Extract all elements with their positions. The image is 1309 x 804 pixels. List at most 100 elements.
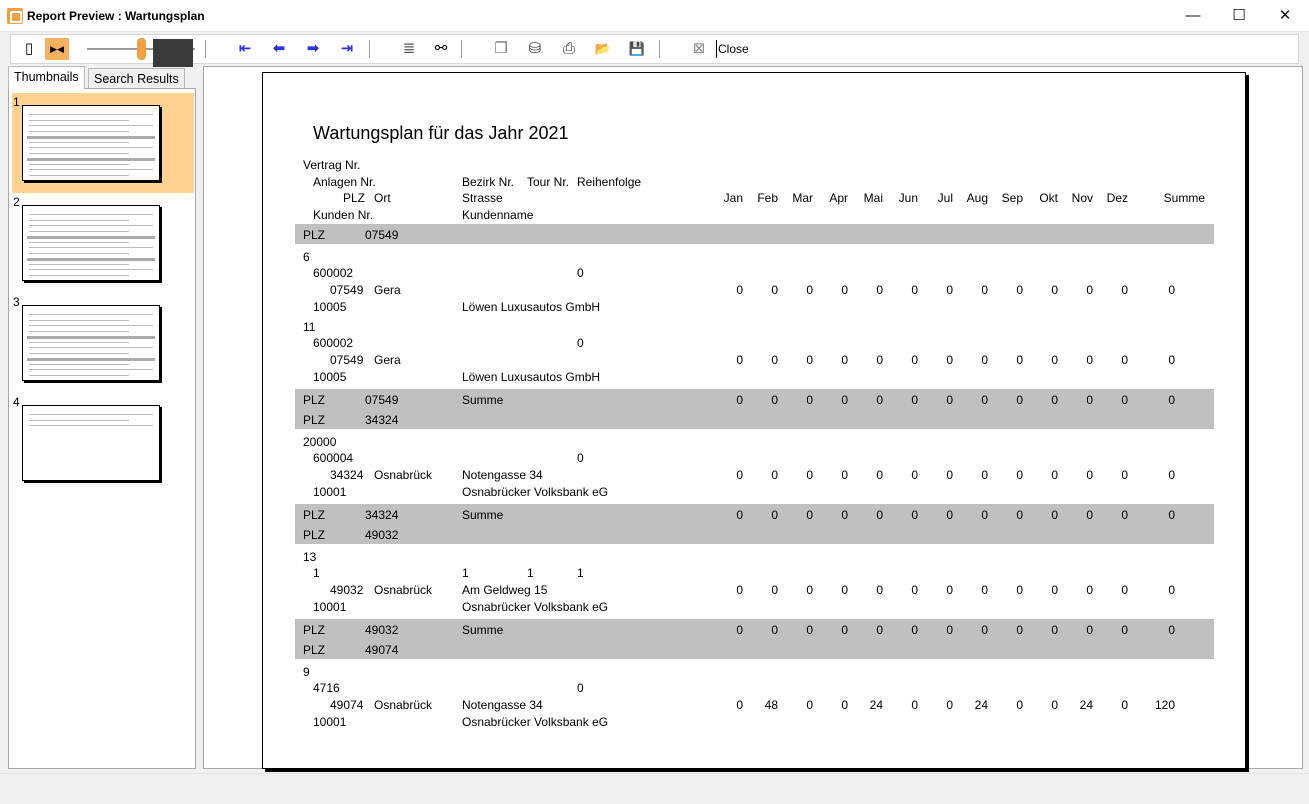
toolbar-separator	[659, 40, 660, 58]
thumbnail-line	[29, 419, 129, 421]
month-value: 0	[911, 508, 918, 522]
month-value: 0	[771, 283, 778, 297]
thumbnail-line	[29, 247, 153, 248]
thumbnail-line	[29, 241, 129, 243]
summe-value: 0	[1168, 353, 1175, 367]
month-value: 0	[1121, 698, 1128, 712]
save-icon[interactable]: 💾	[625, 38, 649, 60]
record-kundenname: Osnabrücker Volksbank eG	[462, 485, 609, 499]
thumbnail-image	[22, 305, 160, 381]
close-report-button[interactable]: Close	[716, 40, 749, 58]
zoom-slider-thumb[interactable]	[137, 38, 146, 60]
month-value: 0	[841, 393, 848, 407]
month-value: 0	[876, 508, 883, 522]
last-page-icon[interactable]: ⇥	[335, 38, 359, 60]
record-ort: Gera	[374, 353, 401, 367]
summe-value: 0	[1168, 508, 1175, 522]
tab-thumbnails[interactable]: Thumbnails	[8, 66, 85, 89]
header-month: Aug	[966, 191, 988, 205]
open-icon[interactable]: 📂	[591, 38, 615, 60]
thumbnail-line	[29, 269, 153, 270]
thumbnail-line	[29, 341, 129, 343]
thumbnail-line	[29, 147, 153, 148]
thumbnail-line	[27, 358, 155, 361]
previous-page-icon[interactable]: ⬅	[267, 38, 291, 60]
month-value: 24	[869, 698, 883, 712]
month-value: 0	[1051, 468, 1058, 482]
window-title: Report Preview : Wartungsplan	[27, 9, 205, 23]
thumbnail-line	[29, 152, 129, 154]
thumbnail-page-3[interactable]: 3	[12, 293, 194, 393]
record-plz: 07549	[330, 283, 364, 297]
thumbnail-page-4[interactable]: 4	[12, 393, 194, 493]
thumbnail-line	[29, 141, 129, 143]
report-preview-area[interactable]: Wartungsplan für das Jahr 2021 Vertrag N…	[203, 66, 1303, 769]
thumbnail-page-2[interactable]: 2	[12, 193, 194, 293]
next-page-icon[interactable]: ➡	[301, 38, 325, 60]
month-value: 0	[1121, 583, 1128, 597]
thumbnail-line	[27, 136, 155, 139]
multi-page-icon[interactable]: ▶◀	[45, 38, 69, 60]
month-value: 0	[736, 393, 743, 407]
header-tour: Tour Nr.	[527, 175, 570, 189]
header-summe: Summe	[1163, 191, 1205, 205]
record-ort: Osnabrück	[374, 468, 433, 482]
record-plz: 49074	[330, 698, 364, 712]
group-band	[295, 224, 1214, 244]
month-value: 0	[771, 353, 778, 367]
group-plz-label: PLZ	[303, 528, 326, 542]
thumbnail-line	[29, 347, 153, 348]
month-value: 0	[946, 623, 953, 637]
print-icon[interactable]: ⎙	[557, 38, 581, 60]
header-month: Mar	[792, 191, 813, 205]
month-value: 0	[911, 353, 918, 367]
month-value: 0	[1016, 393, 1023, 407]
month-value: 0	[771, 393, 778, 407]
toolbar-separator	[461, 40, 462, 58]
record-strasse: Am Geldweg 15	[462, 583, 548, 597]
find-icon[interactable]: ⚯	[429, 38, 453, 60]
month-value: 0	[1121, 353, 1128, 367]
minimize-button[interactable]: —	[1170, 0, 1216, 32]
month-value: 0	[981, 583, 988, 597]
month-value: 0	[841, 508, 848, 522]
export-icon[interactable]: ⛁	[523, 38, 547, 60]
month-value: 0	[946, 283, 953, 297]
record-plz: 49032	[330, 583, 364, 597]
goto-page-icon[interactable]: ≣	[397, 38, 421, 60]
close-report-icon[interactable]: ⊠	[687, 38, 711, 60]
month-value: 0	[911, 583, 918, 597]
month-value: 0	[946, 393, 953, 407]
record-reihenfolge: 0	[577, 266, 584, 280]
month-value: 0	[1086, 283, 1093, 297]
header-ort: Ort	[374, 191, 391, 205]
copy-icon[interactable]: ❐	[489, 38, 513, 60]
thumbnail-line	[29, 130, 129, 132]
month-value: 0	[876, 393, 883, 407]
thumbnail-image	[22, 105, 160, 181]
header-month: Feb	[757, 191, 778, 205]
record-kundenname: Löwen Luxusautos GmbH	[462, 370, 601, 384]
header-month: Jun	[898, 191, 918, 205]
month-value: 24	[1079, 698, 1093, 712]
record-kunden: 10001	[313, 600, 347, 614]
maximize-button[interactable]: ☐	[1216, 0, 1262, 32]
tab-search-results[interactable]: Search Results	[88, 68, 185, 88]
first-page-icon[interactable]: ⇤	[233, 38, 257, 60]
close-window-button[interactable]: ✕	[1262, 0, 1308, 32]
header-kundenname: Kundenname	[462, 208, 534, 222]
single-page-icon[interactable]: ▯	[17, 38, 41, 60]
thumbnail-line	[29, 319, 129, 321]
month-value: 0	[981, 468, 988, 482]
record-vertrag: 13	[303, 550, 317, 564]
header-reihenfolge: Reihenfolge	[577, 175, 642, 189]
header-kunden: Kunden Nr.	[313, 208, 374, 222]
month-value: 0	[1016, 283, 1023, 297]
month-value: 0	[1051, 623, 1058, 637]
thumbnail-page-1[interactable]: 1	[12, 93, 194, 193]
status-bar	[0, 773, 1309, 804]
header-strasse: Strasse	[462, 191, 503, 205]
thumbnail-line	[29, 325, 153, 326]
record-plz: 07549	[330, 353, 364, 367]
record-kundenname: Osnabrücker Volksbank eG	[462, 715, 609, 729]
